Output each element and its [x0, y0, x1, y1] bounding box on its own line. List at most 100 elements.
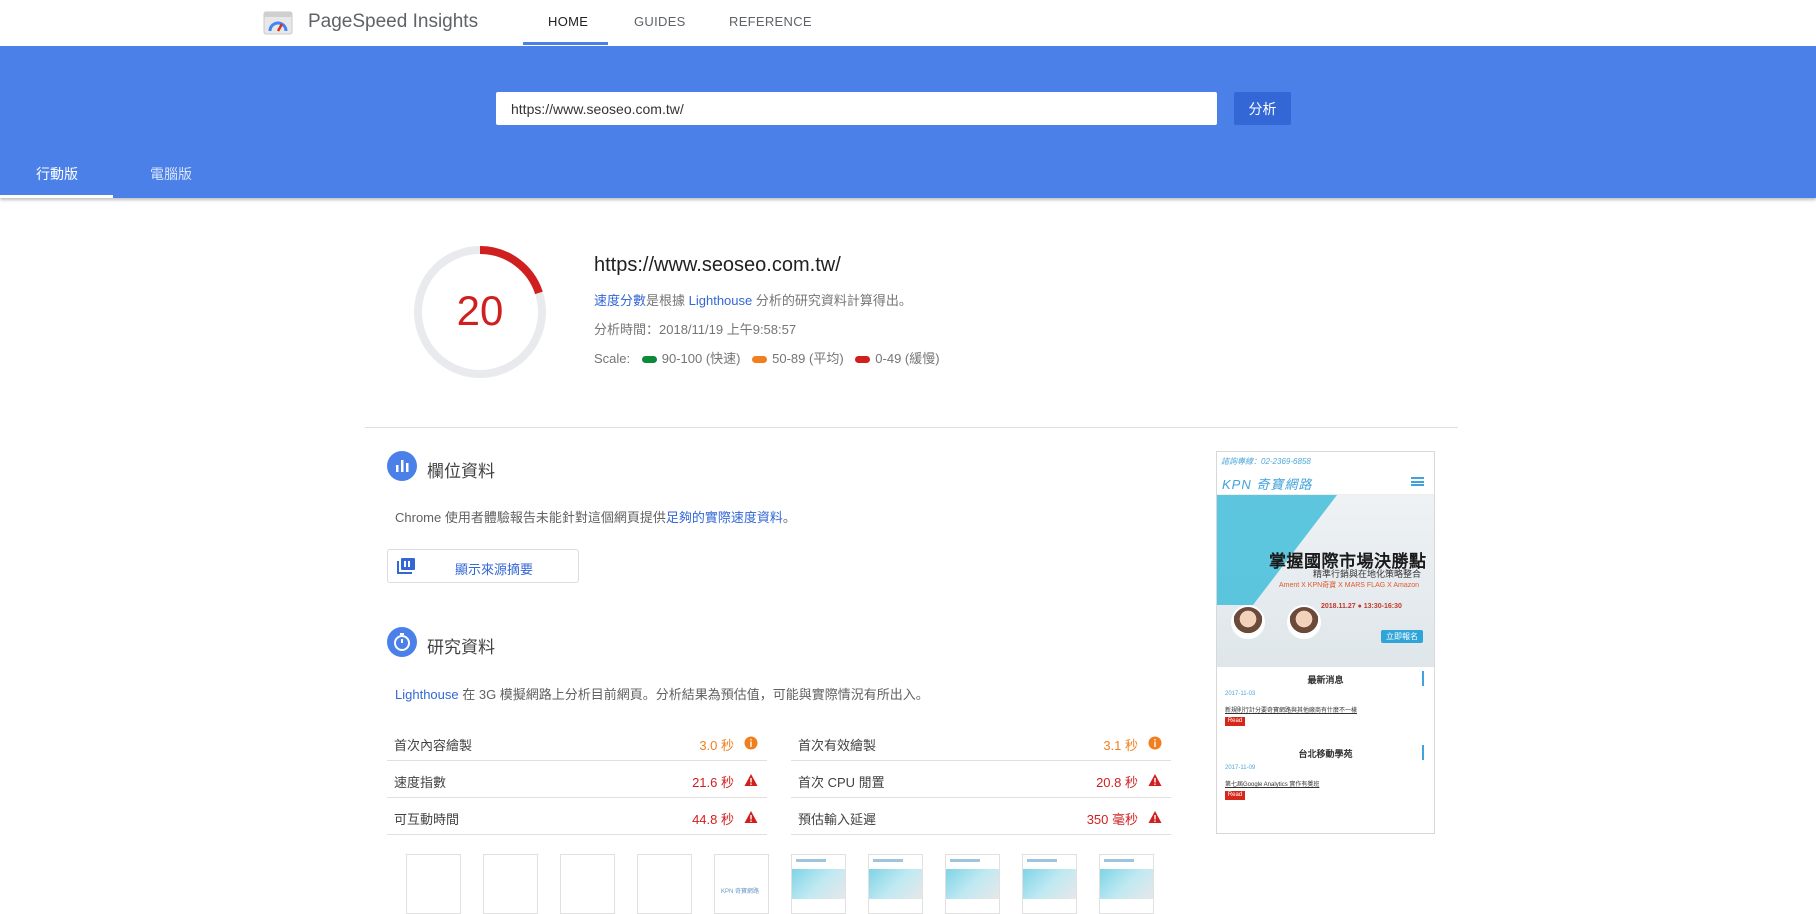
metric-row: 首次有效繪製 3.1 秒: [791, 724, 1171, 761]
filmstrip-frame: [868, 854, 923, 914]
filmstrip-frame-banner: [1023, 869, 1076, 899]
stopwatch-icon: [387, 627, 417, 657]
metric-value: 3.0 秒: [699, 738, 734, 753]
preview-news: 最新消息 2017-11-03 新規則行計分要奇寶網路與其他廠商有什麼不一樣 R…: [1217, 667, 1434, 833]
preview-topbar: 諮詢專線：02-2369-6858: [1217, 452, 1434, 470]
field-data-message: Chrome 使用者體驗報告未能針對這個網頁提供: [395, 510, 666, 525]
scale-dot-slow: [855, 356, 871, 364]
preview-navbar: KPN 奇寶網路: [1217, 470, 1434, 495]
preview-hotline: 諮詢專線：02-2369-6858: [1221, 457, 1311, 466]
filmstrip-frame: [483, 854, 538, 914]
tab-reference[interactable]: REFERENCE: [729, 14, 812, 29]
library-icon: [397, 558, 415, 574]
metric-value: 21.6 秒: [692, 775, 734, 790]
metric-row: 首次 CPU 閒置 20.8 秒: [791, 761, 1171, 798]
warning-triangle-icon: [744, 811, 758, 823]
warning-triangle-icon: [1148, 774, 1162, 786]
preview-news-title: 新規則行計分要奇寶網路與其他廠商有什麼不一樣: [1225, 708, 1358, 714]
lab-data-description: 在 3G 模擬網路上分析目前網頁。分析結果為預估值，可能與實際情況有所出入。: [458, 687, 929, 702]
warning-triangle-icon: [1148, 811, 1162, 823]
tab-guides[interactable]: GUIDES: [634, 14, 686, 29]
filmstrip-frame-banner: [1100, 869, 1153, 899]
info-circle-icon: [1148, 736, 1162, 750]
metric-row: 可互動時間 44.8 秒: [387, 798, 767, 835]
tab-mobile[interactable]: 行動版: [36, 164, 78, 184]
score-scale: Scale: 90-100 (快速) 50-89 (平均) 0-49 (緩慢): [594, 348, 940, 367]
pagespeed-logo-icon[interactable]: [263, 10, 293, 36]
preview-read-badge: Read: [1225, 791, 1245, 800]
score-description-mid: 是根據: [646, 293, 689, 308]
metric-value: 3.1 秒: [1103, 738, 1138, 753]
preview-subhead2: Ament X KPN奇寶 X MARS FLAG X Amazon: [1279, 582, 1420, 589]
lab-lighthouse-link[interactable]: Lighthouse: [395, 687, 459, 702]
filmstrip-frame-header: [796, 859, 826, 862]
preview-menu-icon: [1411, 477, 1424, 486]
url-input[interactable]: [496, 92, 1217, 125]
field-data-text: Chrome 使用者體驗報告未能針對這個網頁提供足夠的實際速度資料。: [395, 507, 796, 526]
top-app-bar: PageSpeed Insights HOME GUIDES REFERENCE: [0, 0, 1816, 46]
field-data-message-end: 。: [782, 510, 796, 525]
show-origin-summary-label: 顯示來源摘要: [455, 562, 534, 577]
warning-triangle-icon: [744, 774, 758, 786]
metric-label: 首次 CPU 閒置: [798, 775, 885, 790]
tab-desktop[interactable]: 電腦版: [150, 164, 192, 184]
metric-label: 可互動時間: [394, 812, 460, 827]
lab-data-text: Lighthouse 在 3G 模擬網路上分析目前網頁。分析結果為預估值，可能與…: [395, 684, 929, 703]
metric-row: 首次內容繪製 3.0 秒: [387, 724, 767, 761]
app-title[interactable]: PageSpeed Insights: [308, 11, 478, 33]
filmstrip-frame-header: [950, 859, 980, 862]
preview-news-date: 2017-11-09: [1225, 765, 1256, 771]
filmstrip-frame-banner: [792, 869, 845, 899]
score-description: 速度分數是根據 Lighthouse 分析的研究資料計算得出。: [594, 290, 912, 309]
preview-speaker-avatar: [1231, 605, 1265, 639]
lighthouse-link[interactable]: Lighthouse: [689, 293, 753, 308]
show-origin-summary-button[interactable]: 顯示來源摘要: [387, 549, 579, 583]
preview-section-title: 台北移動學苑: [1298, 749, 1353, 759]
filmstrip-frame: [1099, 854, 1154, 914]
preview-section-bar: [1422, 745, 1424, 760]
page-screenshot-preview: 諮詢專線：02-2369-6858 KPN 奇寶網路 掌握國際市場決勝點 精準行…: [1216, 451, 1435, 834]
metric-label: 首次內容繪製: [394, 738, 473, 753]
preview-section-title: 最新消息: [1307, 675, 1344, 685]
metric-value: 20.8 秒: [1096, 775, 1138, 790]
analyzed-url: https://www.seoseo.com.tw/: [594, 254, 841, 276]
active-tab-indicator: [523, 42, 608, 45]
scale-slow-label: 0-49 (緩慢): [875, 351, 940, 366]
preview-news-title: 第七屆Google Analytics 實作有獎班: [1225, 782, 1320, 788]
section-divider: [365, 427, 1458, 428]
scale-dot-average: [752, 356, 768, 364]
tab-home[interactable]: HOME: [548, 14, 588, 29]
metric-label: 首次有效繪製: [798, 738, 877, 753]
filmstrip-frame: [1022, 854, 1077, 914]
search-hero: 分析 行動版 電腦版: [0, 46, 1816, 198]
metric-value: 350 毫秒: [1086, 812, 1138, 827]
field-data-link[interactable]: 足夠的實際速度資料: [666, 510, 783, 525]
field-data-title: 欄位資料: [427, 462, 495, 481]
scale-label: Scale:: [594, 351, 631, 366]
scale-fast-label: 90-100 (快速): [661, 351, 741, 366]
preview-read-badge: Read: [1225, 717, 1245, 726]
preview-section-bar: [1422, 671, 1424, 686]
filmstrip-frame-header: [873, 859, 903, 862]
metric-row: 速度指數 21.6 秒: [387, 761, 767, 798]
metric-label: 預估輸入延遲: [798, 812, 877, 827]
filmstrip-frame: [637, 854, 692, 914]
speed-score-link[interactable]: 速度分數: [594, 293, 646, 308]
preview-date: 2018.11.27 ● 13:30-16:30: [1321, 603, 1402, 610]
preview-brand: KPN 奇寶網路: [1222, 477, 1313, 492]
preview-speaker-avatar: [1287, 605, 1321, 639]
bar-chart-icon: [387, 451, 417, 481]
metric-label: 速度指數: [394, 775, 447, 790]
preview-subhead: 精準行銷與在地化策略整合: [1313, 569, 1422, 579]
filmstrip-frame-banner: [869, 869, 922, 899]
device-tab-indicator: [0, 195, 113, 198]
preview-news-date: 2017-11-03: [1225, 691, 1256, 697]
preview-register-button: 立即報名: [1381, 630, 1423, 643]
lab-data-title: 研究資料: [427, 638, 495, 657]
filmstrip-frame: KPN 奇寶網路: [714, 854, 769, 914]
filmstrip-frame-header: [1104, 859, 1134, 862]
filmstrip-frame-text: KPN 奇寶網路: [721, 889, 760, 895]
preview-banner: 掌握國際市場決勝點 精準行銷與在地化策略整合 Ament X KPN奇寶 X M…: [1217, 495, 1434, 667]
analyze-button[interactable]: 分析: [1234, 92, 1291, 125]
score-description-end: 分析的研究資料計算得出。: [752, 293, 912, 308]
